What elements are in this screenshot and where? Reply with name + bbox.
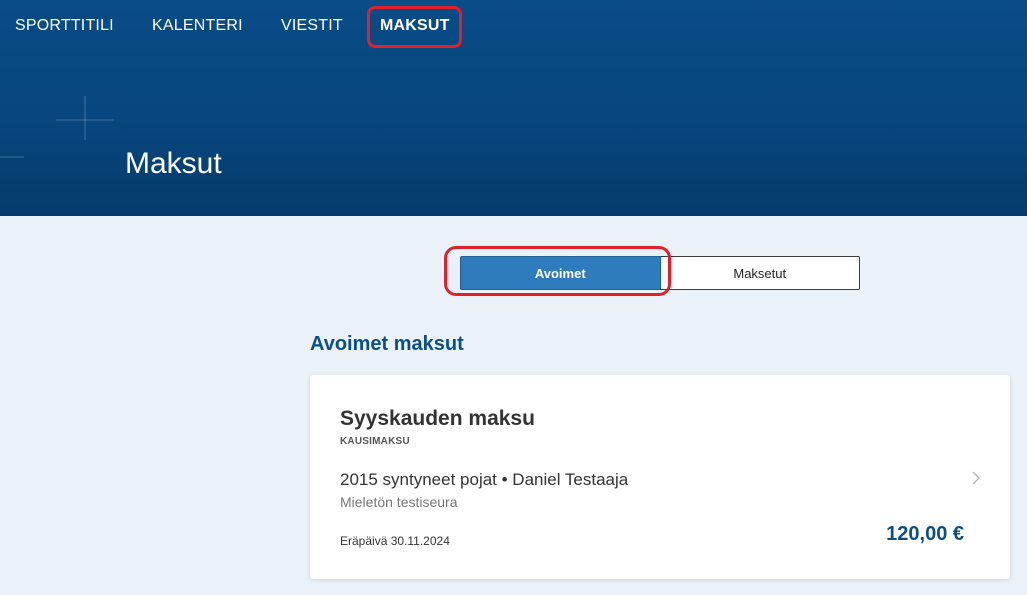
tab-avoimet[interactable]: Avoimet <box>460 256 661 290</box>
payment-due-date: Eräpäivä 30.11.2024 <box>340 534 450 548</box>
nav-item-kalenteri[interactable]: KALENTERI <box>152 17 243 35</box>
top-navigation: SPORTTITILI KALENTERI VIESTIT MAKSUT <box>0 0 1027 56</box>
decorative-line <box>0 156 24 158</box>
payment-tabs: Avoimet Maksetut <box>460 256 860 290</box>
page-title: Maksut <box>125 147 222 180</box>
chevron-right-icon[interactable] <box>968 470 984 486</box>
payment-amount: 120,00 € <box>886 523 964 545</box>
payment-club: Mieletön testiseura <box>340 494 458 510</box>
payment-card[interactable]: Syyskauden maksu KAUSIMAKSU 2015 syntyne… <box>310 375 1010 579</box>
payment-title: Syyskauden maksu <box>340 407 535 430</box>
nav-item-maksut[interactable]: MAKSUT <box>380 17 450 35</box>
payment-type: KAUSIMAKSU <box>340 436 410 447</box>
header-banner: SPORTTITILI KALENTERI VIESTIT MAKSUT Mak… <box>0 0 1027 216</box>
section-title: Avoimet maksut <box>310 333 464 355</box>
decorative-line <box>84 96 86 140</box>
nav-item-sporttitili[interactable]: SPORTTITILI <box>15 17 114 35</box>
nav-item-viestit[interactable]: VIESTIT <box>281 17 343 35</box>
tab-maksetut[interactable]: Maksetut <box>660 256 860 290</box>
payment-group: 2015 syntyneet pojat • Daniel Testaaja <box>340 470 629 489</box>
